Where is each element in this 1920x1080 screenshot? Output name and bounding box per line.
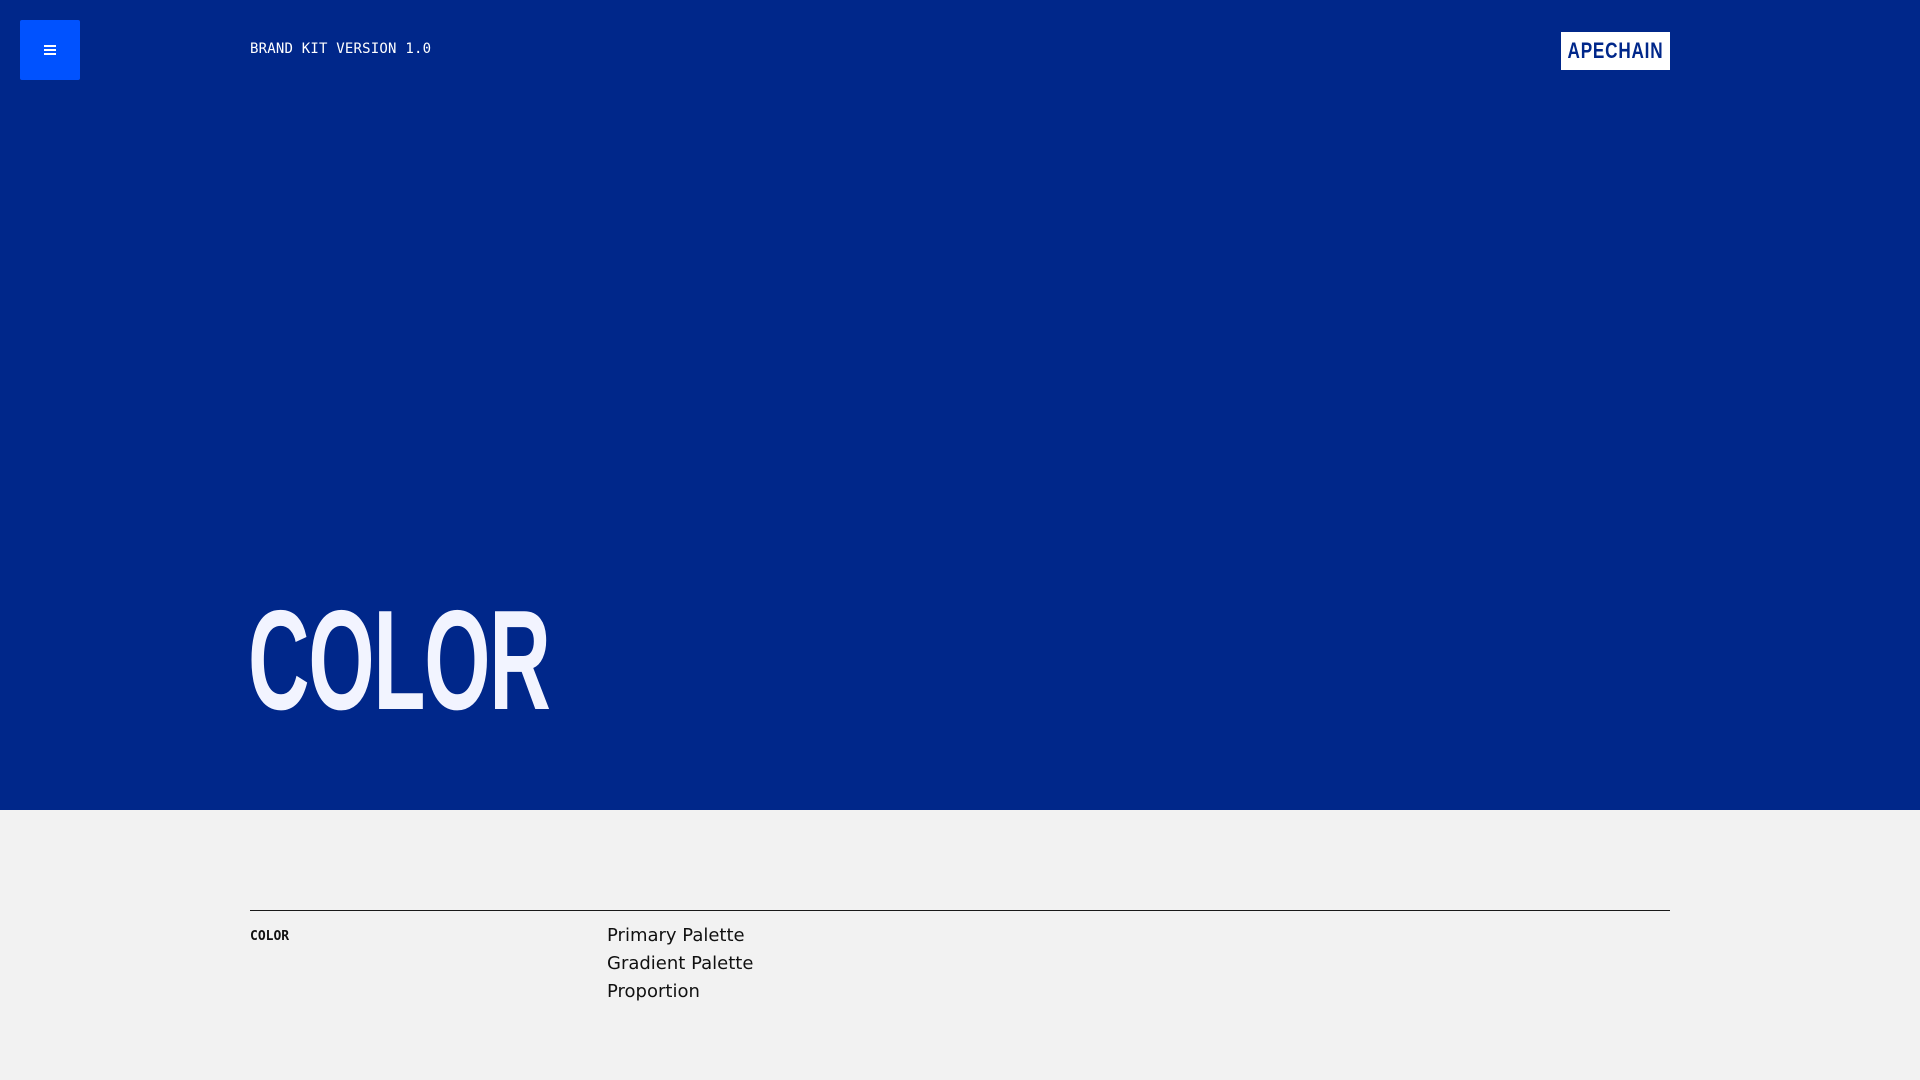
nav-link-primary-palette[interactable]: Primary Palette [607, 922, 753, 950]
nav-link-proportion[interactable]: Proportion [607, 978, 753, 1006]
section-divider [250, 910, 1670, 911]
section-label: COLOR [250, 929, 290, 944]
apechain-logo[interactable]: APECHAIN [1561, 32, 1670, 70]
nav-link-gradient-palette[interactable]: Gradient Palette [607, 950, 753, 978]
logo-text: APECHAIN [1567, 38, 1664, 63]
page-title: COLOR [248, 581, 551, 740]
hero-section: BRAND KIT VERSION 1.0 APECHAIN COLOR [0, 0, 1920, 810]
menu-button[interactable] [20, 20, 80, 80]
brand-kit-version: BRAND KIT VERSION 1.0 [250, 41, 432, 57]
section-nav: Primary Palette Gradient Palette Proport… [607, 922, 753, 1006]
hamburger-menu-icon [44, 45, 56, 55]
